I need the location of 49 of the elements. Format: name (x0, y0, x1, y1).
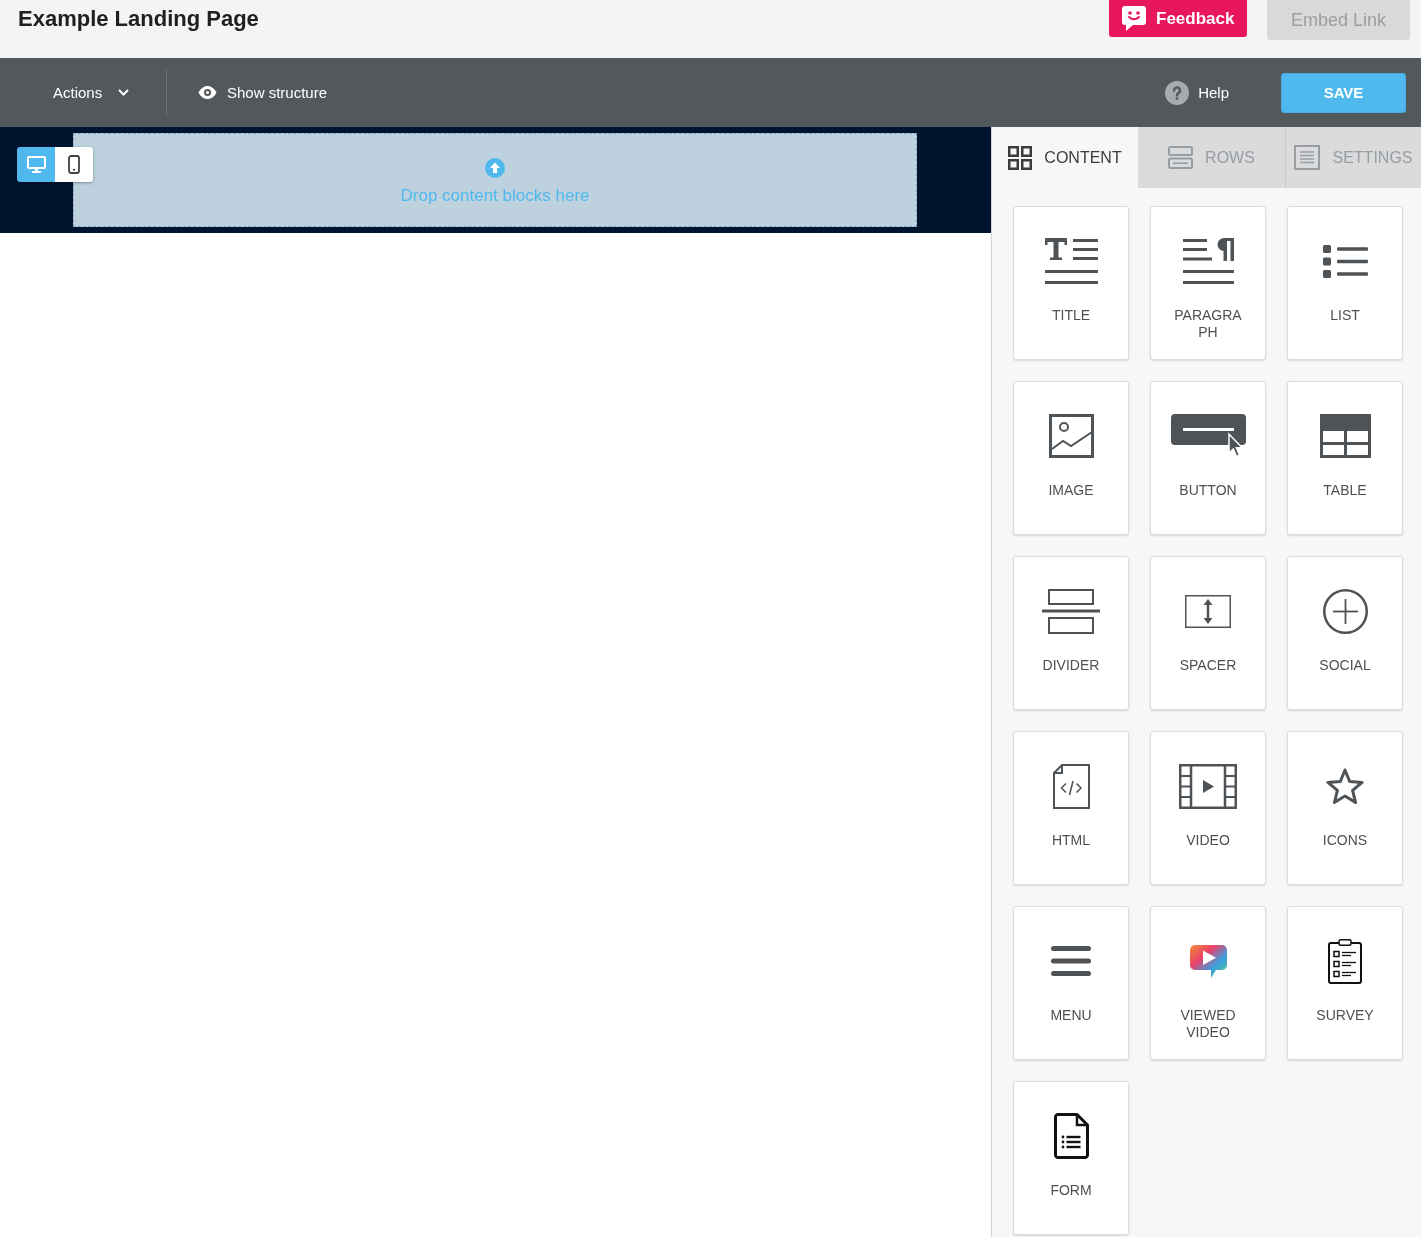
content-block-tile[interactable]: SURVEY (1287, 906, 1403, 1060)
arrow-up-circle-icon (485, 158, 505, 178)
content-block-tile[interactable]: MENU (1013, 906, 1129, 1060)
document-lines-icon (1294, 145, 1321, 170)
actions-menu-button[interactable]: Actions (22, 69, 166, 116)
content-block-tile[interactable]: PARAGRAPH (1150, 206, 1266, 360)
content-block-tile[interactable]: FORM (1013, 1081, 1129, 1235)
image-icon (1048, 414, 1094, 458)
smiley-speech-bubble-icon (1122, 6, 1146, 31)
eye-icon (198, 86, 217, 99)
bullet-list-icon (1322, 244, 1368, 278)
page-title: Example Landing Page (18, 5, 259, 33)
feedback-button[interactable]: Feedback (1109, 0, 1247, 37)
code-file-icon (1052, 763, 1090, 809)
content-block-tile[interactable]: SPACER (1150, 556, 1266, 710)
content-block-tile[interactable]: SOCIAL (1287, 556, 1403, 710)
content-block-tile[interactable]: ICONS (1287, 731, 1403, 885)
content-block-tile[interactable]: BUTTON (1150, 381, 1266, 535)
table-icon (1319, 414, 1371, 458)
content-block-tile[interactable]: VIEWED VIDEO (1150, 906, 1266, 1060)
content-block-tile[interactable]: VIDEO (1150, 731, 1266, 885)
drop-zone-text: Drop content blocks here (400, 186, 590, 206)
help-button[interactable]: Help (1165, 72, 1229, 113)
show-structure-button[interactable]: Show structure (198, 72, 328, 113)
help-icon (1165, 80, 1190, 105)
play-speech-bubble-icon (1189, 944, 1227, 978)
desktop-monitor-icon (26, 156, 46, 173)
title-text-icon (1044, 238, 1098, 284)
content-block-tile[interactable]: HTML (1013, 731, 1129, 885)
content-block-tile[interactable]: DIVIDER (1013, 556, 1129, 710)
content-block-tile[interactable]: TABLE (1287, 381, 1403, 535)
vertical-arrows-box-icon (1185, 594, 1231, 628)
content-block-tile[interactable]: TITLE (1013, 206, 1129, 360)
mobile-phone-icon (68, 155, 80, 174)
film-strip-icon (1179, 763, 1237, 809)
stacked-rows-icon (1168, 146, 1194, 169)
clipboard-checklist-icon (1328, 938, 1362, 984)
divider-icon (1042, 588, 1100, 634)
paragraph-mark-icon (1182, 238, 1234, 284)
grid-icon (1008, 145, 1033, 170)
star-icon (1325, 766, 1365, 806)
button-cursor-icon (1170, 414, 1246, 458)
content-block-tile[interactable]: LIST (1287, 206, 1403, 360)
menu-icon (1051, 946, 1091, 976)
mobile-view-button[interactable] (55, 147, 93, 182)
document-list-icon (1053, 1113, 1089, 1159)
chevron-down-icon (118, 89, 130, 96)
content-block-tile[interactable]: IMAGE (1013, 381, 1129, 535)
plus-circle-icon (1322, 588, 1368, 634)
